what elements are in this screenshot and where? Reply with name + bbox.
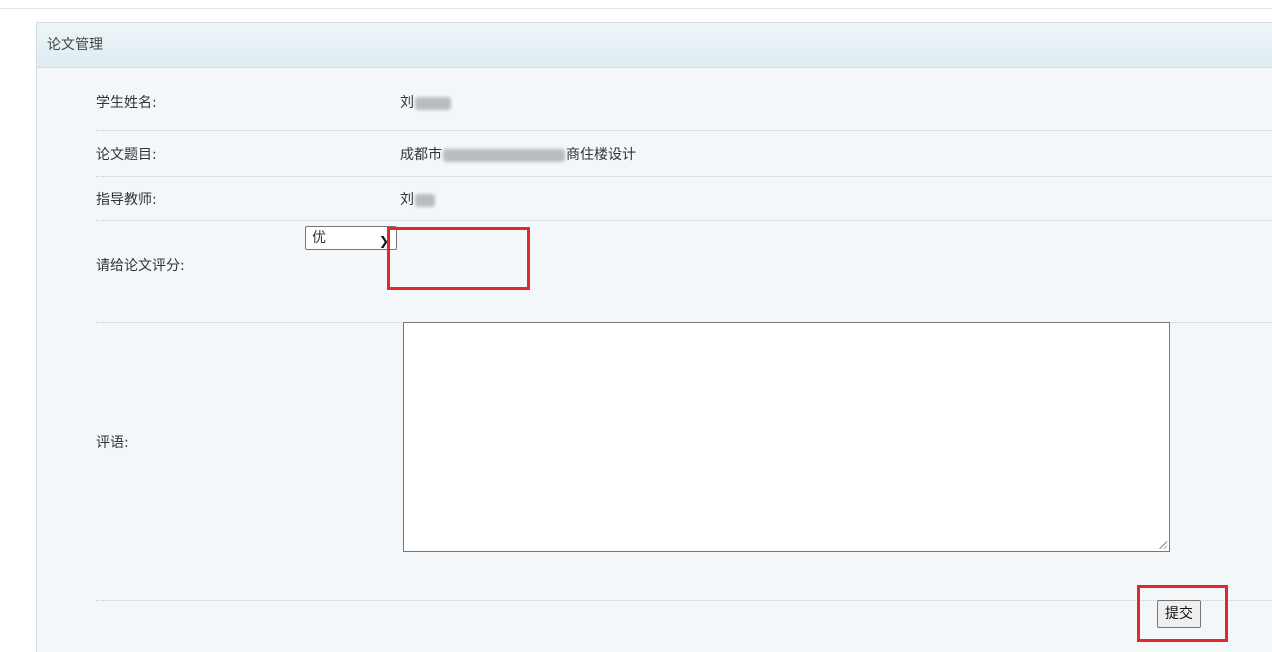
comment-textarea[interactable] [403, 322, 1170, 552]
grade-selected-value: 优 [312, 230, 326, 246]
student-name-row: 学生姓名: 刘 [96, 88, 1272, 131]
resize-handle-icon[interactable] [1158, 540, 1167, 549]
thesis-title-suffix: 商住楼设计 [566, 147, 636, 163]
submit-highlight-box [1137, 585, 1228, 642]
advisor-value-visible: 刘 [400, 192, 414, 208]
advisor-value: 刘 [400, 189, 436, 209]
advisor-label: 指导教师: [96, 192, 157, 208]
grade-highlight-box [387, 227, 530, 290]
student-name-visible: 刘 [400, 95, 414, 111]
thesis-title-value: 成都市 商住楼设计 [400, 144, 636, 164]
redacted-blur [415, 193, 435, 207]
comment-label: 评语: [96, 435, 129, 451]
student-name-label: 学生姓名: [96, 95, 157, 111]
thesis-title-prefix: 成都市 [400, 147, 442, 163]
student-name-value: 刘 [400, 92, 452, 112]
grade-label: 请给论文评分: [96, 258, 185, 274]
grade-row: 请给论文评分: [96, 220, 1272, 323]
grade-select[interactable]: 优 ❯ [305, 226, 397, 250]
redacted-blur [443, 148, 565, 162]
panel-title: 论文管理 [37, 23, 1272, 68]
thesis-title-label: 论文题目: [96, 147, 157, 163]
redacted-blur [415, 96, 451, 110]
top-strip [0, 0, 1272, 9]
advisor-row: 指导教师: 刘 [96, 176, 1272, 221]
thesis-title-row: 论文题目: 成都市 商住楼设计 [96, 130, 1272, 177]
